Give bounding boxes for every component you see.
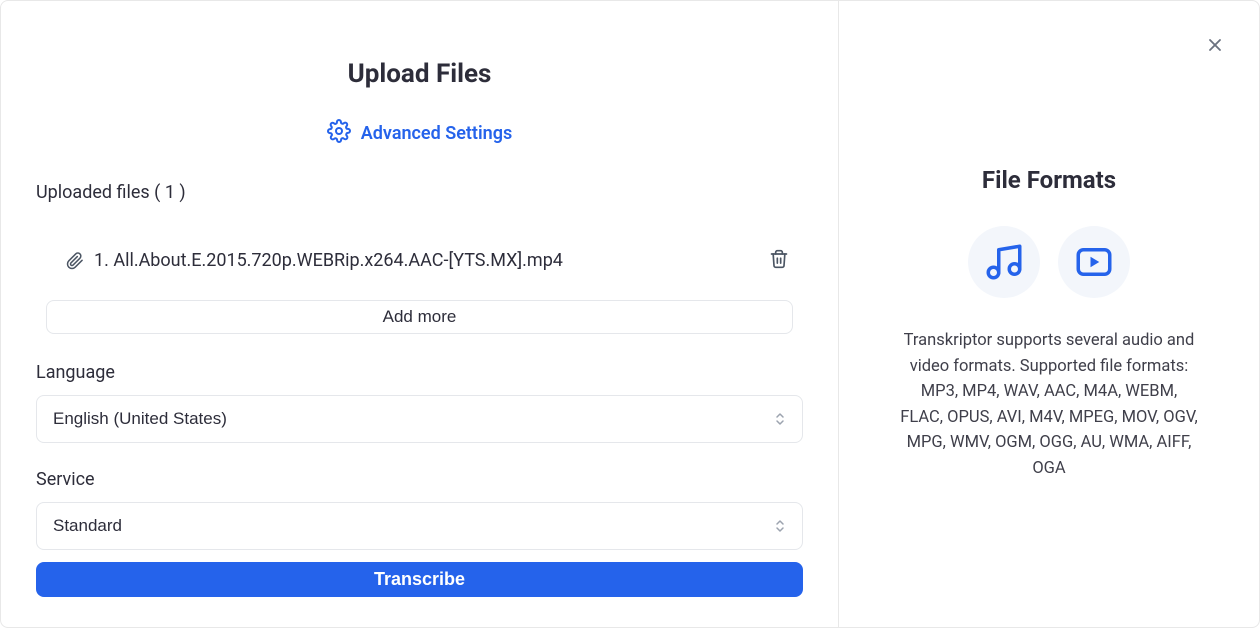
formats-description: Transkriptor supports several audio and … <box>899 328 1199 481</box>
music-icon <box>968 226 1040 298</box>
close-button[interactable] <box>1201 31 1229 62</box>
uploaded-files-label: Uploaded files ( 1 ) <box>36 182 803 203</box>
dialog-container: Upload Files Advanced Settings Uploaded … <box>0 0 1260 628</box>
advanced-settings-button[interactable]: Advanced Settings <box>36 119 803 148</box>
paperclip-icon <box>66 252 84 270</box>
formats-title: File Formats <box>982 166 1116 194</box>
language-select[interactable]: English (United States) <box>36 395 803 443</box>
service-select[interactable]: Standard <box>36 502 803 550</box>
language-select-wrap: English (United States) <box>36 395 803 443</box>
advanced-settings-label: Advanced Settings <box>361 123 512 144</box>
format-icons <box>968 226 1130 298</box>
language-label: Language <box>36 362 803 383</box>
service-select-wrap: Standard <box>36 502 803 550</box>
service-value: Standard <box>53 516 122 536</box>
add-more-button[interactable]: Add more <box>46 300 793 334</box>
uploaded-files-prefix: Uploaded files <box>36 182 150 203</box>
file-row: 1. All.About.E.2015.720p.WEBRip.x264.AAC… <box>36 227 803 294</box>
video-icon <box>1058 226 1130 298</box>
transcribe-button[interactable]: Transcribe <box>36 562 803 597</box>
page-title: Upload Files <box>36 59 803 89</box>
side-panel: File Formats Transkriptor supports sever… <box>839 1 1259 627</box>
close-icon <box>1205 43 1225 58</box>
uploaded-files-count: 1 <box>165 182 175 203</box>
service-label: Service <box>36 469 803 490</box>
main-panel: Upload Files Advanced Settings Uploaded … <box>1 1 839 627</box>
delete-file-button[interactable] <box>765 245 793 276</box>
gear-icon <box>327 119 351 148</box>
file-name: 1. All.About.E.2015.720p.WEBRip.x264.AAC… <box>94 250 755 271</box>
language-value: English (United States) <box>53 409 227 429</box>
trash-icon <box>769 257 789 272</box>
